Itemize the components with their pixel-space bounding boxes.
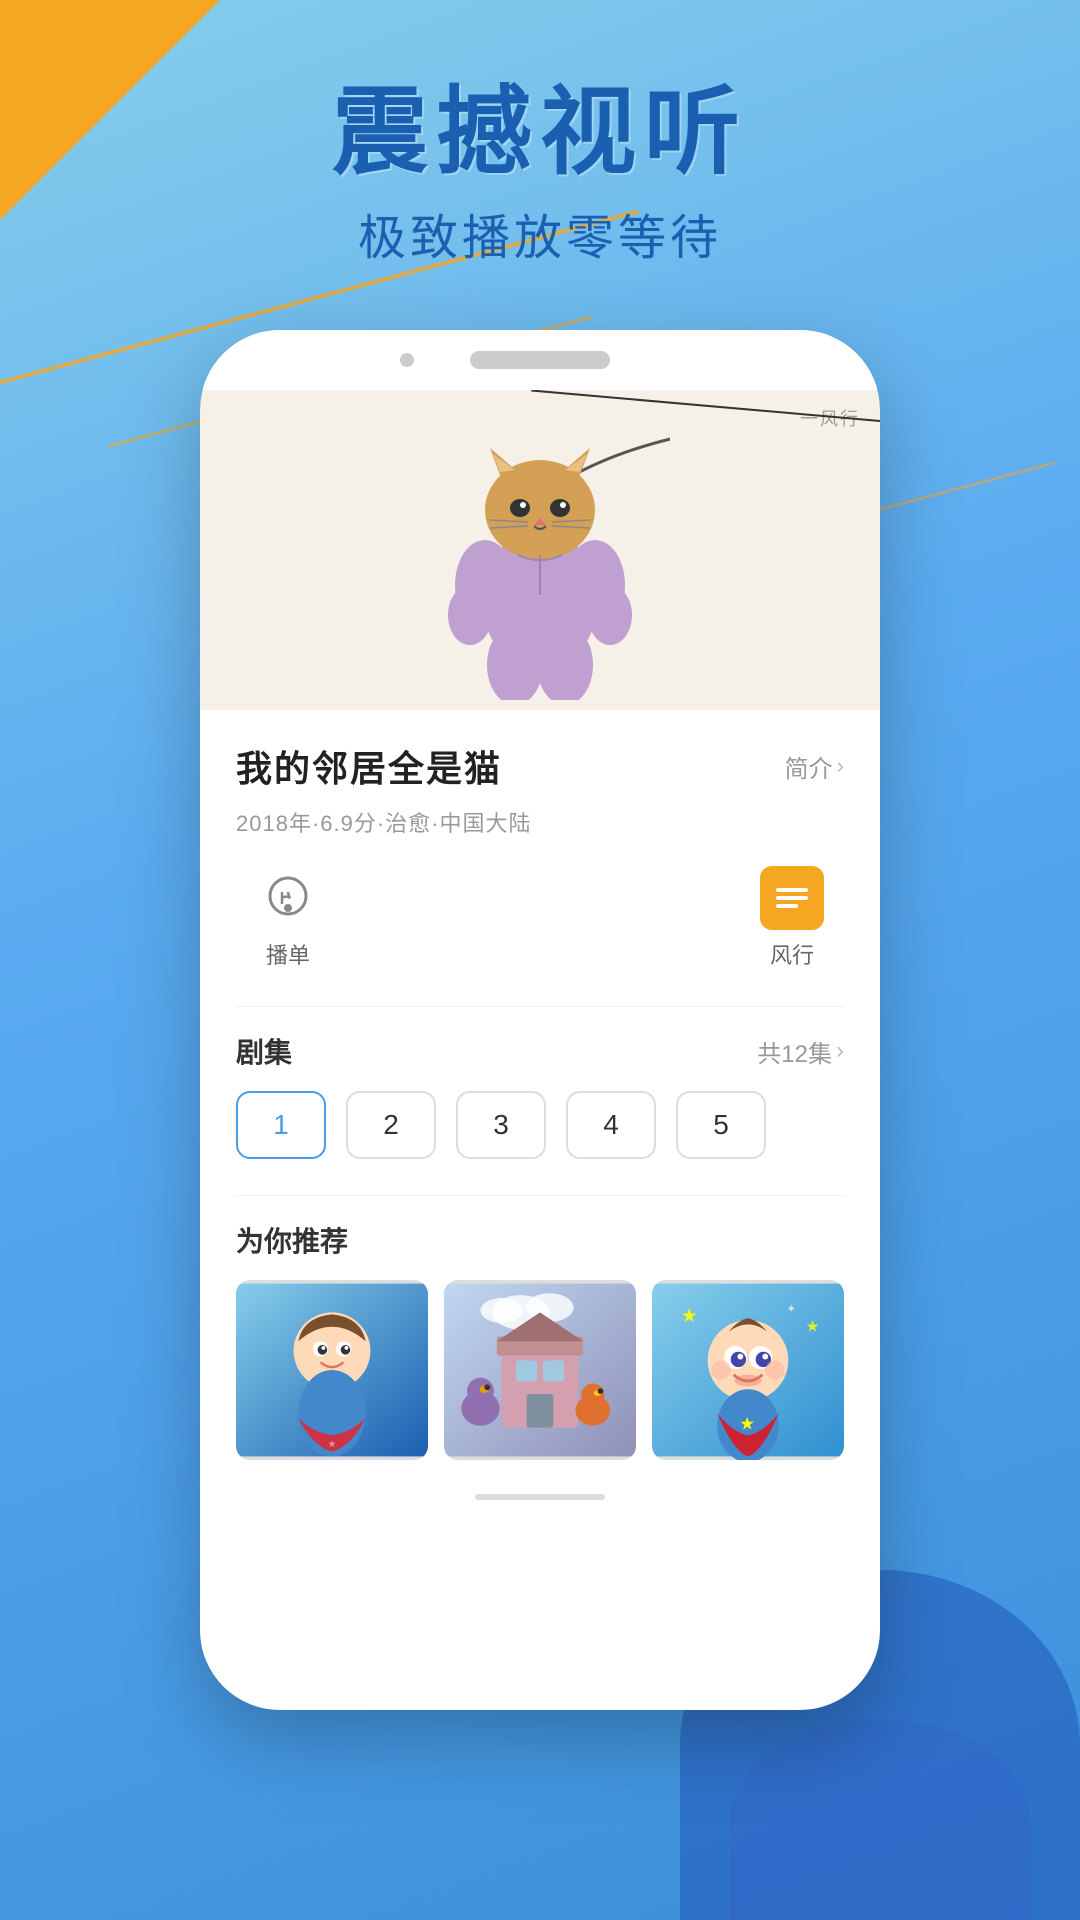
show-title: 我的邻居全是猫 bbox=[236, 740, 502, 792]
bg-wave-decoration-2 bbox=[730, 1720, 1030, 1920]
main-title: 震撼视听 bbox=[0, 80, 1080, 186]
svg-text:★: ★ bbox=[328, 1439, 337, 1450]
svg-text:★: ★ bbox=[806, 1319, 820, 1336]
episodes-chevron-icon: › bbox=[836, 1037, 844, 1065]
rec-item-2[interactable] bbox=[444, 1280, 636, 1460]
fengxing-label: 风行 bbox=[770, 938, 814, 970]
fengxing-icon bbox=[760, 866, 824, 930]
intro-link[interactable]: 简介 › bbox=[785, 749, 844, 784]
episode-btn-5[interactable]: 5 bbox=[676, 1091, 766, 1159]
episodes-list: 1 2 3 4 5 bbox=[236, 1091, 844, 1159]
divider-1 bbox=[236, 1006, 844, 1007]
sub-title: 极致播放零等待 bbox=[0, 198, 1080, 268]
header-area: 震撼视听 极致播放零等待 bbox=[0, 80, 1080, 268]
cat-illustration bbox=[410, 400, 670, 700]
svg-text:★: ★ bbox=[739, 1414, 754, 1434]
video-thumbnail: 一风行 bbox=[200, 390, 880, 710]
divider-2 bbox=[236, 1195, 844, 1196]
content-area: 我的邻居全是猫 简介 › 2018年·6.9分·治愈·中国大陆 播单 bbox=[200, 710, 880, 1480]
rec-header: 为你推荐 bbox=[236, 1220, 844, 1260]
episode-btn-3[interactable]: 3 bbox=[456, 1091, 546, 1159]
playlist-label: 播单 bbox=[266, 938, 310, 970]
episodes-header: 剧集 共12集 › bbox=[236, 1031, 844, 1071]
title-row: 我的邻居全是猫 简介 › bbox=[236, 740, 844, 792]
action-row: 播单 风行 bbox=[236, 866, 844, 970]
svg-text:★: ★ bbox=[681, 1306, 698, 1327]
show-meta: 2018年·6.9分·治愈·中国大陆 bbox=[236, 806, 844, 838]
fengxing-button[interactable]: 风行 bbox=[760, 866, 824, 970]
episodes-label: 剧集 bbox=[236, 1031, 292, 1071]
phone-top-bar bbox=[200, 330, 880, 390]
phone-mockup: 一风行 bbox=[200, 330, 880, 1710]
episodes-count-link[interactable]: 共12集 › bbox=[757, 1034, 844, 1069]
episode-btn-1[interactable]: 1 bbox=[236, 1091, 326, 1159]
rec-item-1[interactable]: ★ bbox=[236, 1280, 428, 1460]
video-area[interactable]: 一风行 bbox=[200, 390, 880, 710]
rec-item-3[interactable]: ★ ★ ✦ bbox=[652, 1280, 844, 1460]
phone-home-bar bbox=[200, 1480, 880, 1518]
playlist-icon bbox=[256, 866, 320, 930]
episode-btn-2[interactable]: 2 bbox=[346, 1091, 436, 1159]
intro-label: 简介 bbox=[785, 749, 833, 784]
episode-btn-4[interactable]: 4 bbox=[566, 1091, 656, 1159]
intro-chevron-icon: › bbox=[837, 753, 844, 779]
rec-list: ★ bbox=[236, 1280, 844, 1460]
svg-text:✦: ✦ bbox=[786, 1303, 796, 1315]
phone-speaker bbox=[470, 351, 610, 369]
phone-camera bbox=[400, 353, 414, 367]
home-indicator bbox=[475, 1494, 605, 1500]
episodes-total: 共12集 bbox=[757, 1034, 832, 1069]
playlist-button[interactable]: 播单 bbox=[256, 866, 320, 970]
